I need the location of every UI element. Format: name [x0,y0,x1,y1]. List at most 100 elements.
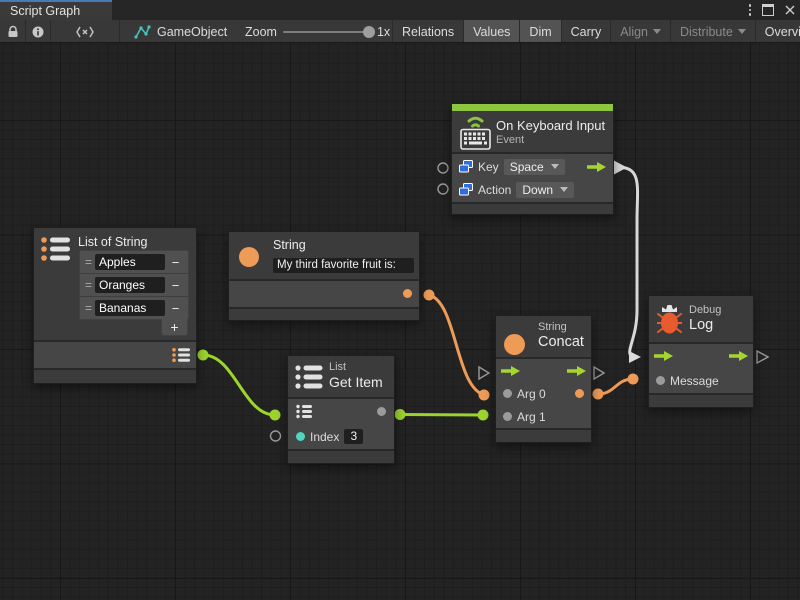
port-flow-in-concat[interactable] [479,367,489,379]
list-icon [41,236,71,262]
index-input-dot [296,432,305,441]
node-footer [452,204,613,214]
zoom-slider-handle[interactable] [363,26,375,38]
zoom-control: Zoom 1x [245,20,390,43]
drag-handle-icon[interactable]: = [82,301,95,315]
node-category: Debug [689,304,721,316]
flow-arrow-icon [654,351,673,361]
script-graph-icon [134,25,151,39]
node-list-of-string[interactable]: List of String = Apples − = Oranges − = [33,227,197,384]
code-brackets-icon [76,26,94,38]
list-item-field[interactable]: Oranges [95,277,165,293]
tab-title: Script Graph [10,4,80,18]
remove-item-button[interactable]: − [165,255,186,270]
values-button[interactable]: Values [464,20,520,43]
chevron-down-icon [560,187,568,192]
remove-item-button[interactable]: − [165,301,186,316]
index-field[interactable]: 3 [344,429,363,444]
close-icon[interactable] [785,5,795,15]
maximize-icon[interactable] [762,4,774,16]
port-log-message-input[interactable] [628,374,639,385]
list-input-icon [296,404,313,419]
port-flow-in-log[interactable] [629,351,641,363]
chevron-down-icon [551,164,559,169]
node-title: String [273,238,306,252]
kebab-menu-icon[interactable] [749,4,752,16]
port-concat-arg0-input[interactable] [479,390,490,401]
key-dropdown[interactable]: Space [504,159,565,175]
wire-concat-to-log-message[interactable] [598,379,633,394]
arg1-label: Arg 1 [517,410,546,424]
overview-button[interactable]: Overview [756,20,800,43]
string-type-icon [239,247,259,267]
lock-button[interactable] [0,20,25,43]
port-flow-out-log[interactable] [757,351,768,363]
node-category: List [329,361,346,373]
port-flow-out-concat[interactable] [594,367,604,379]
chevron-down-icon [738,29,746,34]
wire-getitem-to-concat-arg1[interactable] [400,415,483,416]
event-accent-strip [452,104,613,111]
port-string-output[interactable] [424,290,435,301]
item-output-dot [377,407,386,416]
remove-item-button[interactable]: − [165,278,186,293]
info-button[interactable] [26,20,50,43]
string-type-icon [504,334,525,355]
keyboard-icon [460,113,491,150]
flow-arrow-icon [587,162,606,172]
node-on-keyboard-input[interactable]: On Keyboard Input Event Key Space [451,103,614,215]
port-keyboard-key-input[interactable] [438,163,448,173]
port-getitem-list-input[interactable] [270,410,281,421]
port-concat-arg1-input[interactable] [478,410,489,421]
node-title: On Keyboard Input [496,118,605,133]
string-output-dot [403,289,412,298]
dim-button[interactable]: Dim [520,20,561,43]
wire-string-to-concat-arg0[interactable] [429,295,484,395]
zoom-slider[interactable] [283,31,371,33]
node-footer [496,430,591,442]
list-icon [295,364,323,390]
align-dropdown[interactable]: Align [611,20,671,43]
wire-list-to-getitem[interactable] [203,355,275,415]
port-flow-out-keyboard[interactable] [613,160,627,175]
graph-owner[interactable]: GameObject [134,20,227,43]
port-keyboard-action-input[interactable] [438,184,448,194]
node-concat[interactable]: String Concat Arg 0 Arg 1 [495,315,592,443]
graph-canvas[interactable]: On Keyboard Input Event Key Space [0,43,800,600]
node-title: Concat [538,334,584,350]
unity-script-graph-window: Script Graph [0,0,800,600]
add-item-button[interactable]: + [161,319,188,336]
lock-icon [7,25,19,38]
port-getitem-output[interactable] [395,409,406,420]
bug-icon [657,303,682,336]
port-getitem-index-input[interactable] [271,431,281,441]
drag-handle-icon[interactable]: = [82,255,95,269]
list-item-field[interactable]: Apples [95,254,165,270]
carry-button[interactable]: Carry [562,20,612,43]
list-output-icon [172,347,191,363]
list-item-row: = Oranges − [80,274,188,297]
node-string-literal[interactable]: String My third favorite fruit is: [228,231,420,321]
edit-source-button[interactable] [51,20,119,43]
port-concat-result-output[interactable] [593,389,604,400]
tab-script-graph[interactable]: Script Graph [0,0,112,20]
node-category: String [538,321,567,333]
flow-arrow-icon [729,351,748,361]
drag-handle-icon[interactable]: = [82,278,95,292]
action-label: Action [478,183,511,197]
node-footer [649,395,753,407]
distribute-dropdown[interactable]: Distribute [671,20,756,43]
string-list-editor: = Apples − = Oranges − = Bananas − [79,250,189,320]
node-footer [288,451,394,463]
string-value-field[interactable]: My third favorite fruit is: [273,258,414,273]
node-footer [34,370,196,383]
enum-icon [459,183,473,196]
node-debug-log[interactable]: Debug Log Message [648,295,754,408]
action-dropdown[interactable]: Down [516,182,574,198]
port-list-output[interactable] [198,350,209,361]
relations-button[interactable]: Relations [393,20,464,43]
wire-flow-keyboard-to-log[interactable] [622,168,638,357]
list-item-field[interactable]: Bananas [95,300,165,316]
node-get-item[interactable]: List Get Item Index 3 [287,355,395,464]
result-output-dot [575,389,584,398]
